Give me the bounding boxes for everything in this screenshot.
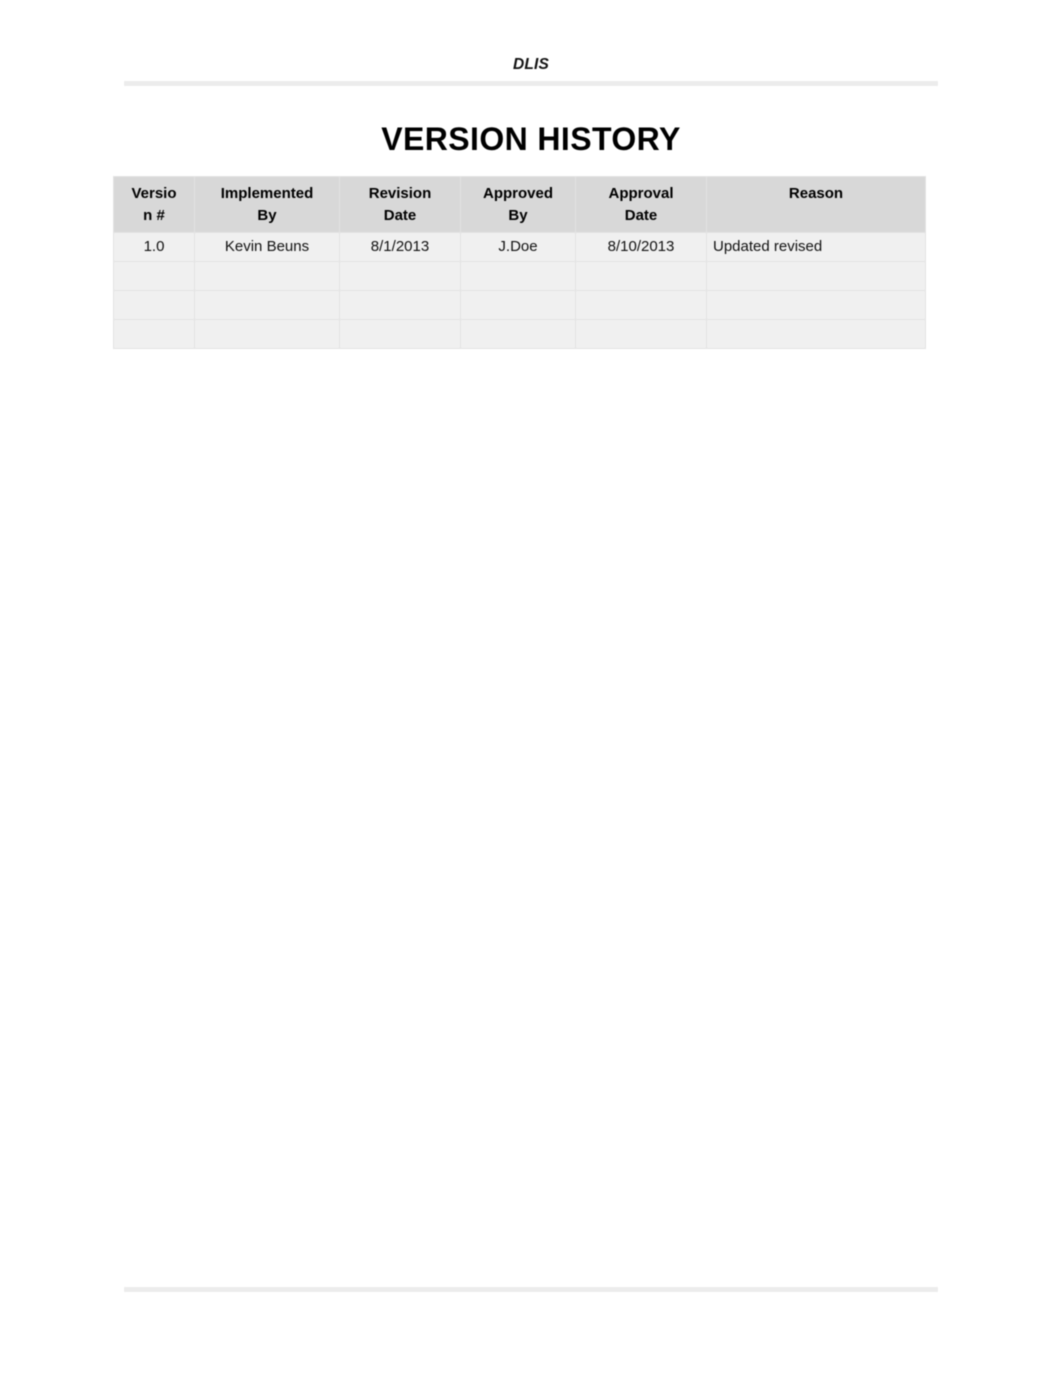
table-row bbox=[113, 289, 926, 320]
column-header-reason-line1: Reason bbox=[788, 185, 844, 202]
table-header: Versio n # Implemented By Revision Date bbox=[113, 176, 926, 233]
column-header-version-line1: Versio bbox=[131, 185, 177, 202]
table-row bbox=[113, 260, 926, 291]
cell-implemented-by bbox=[194, 289, 340, 320]
cell-approved-by bbox=[460, 260, 576, 291]
cell-approval-date bbox=[575, 318, 707, 349]
cell-approved-by bbox=[460, 318, 576, 349]
cell-implemented-by bbox=[194, 318, 340, 349]
footer-divider bbox=[124, 1287, 938, 1292]
cell-revision-date bbox=[339, 260, 461, 291]
column-header-approved-by: Approved By bbox=[460, 176, 576, 233]
column-header-approved-by-line1: Approved bbox=[482, 185, 553, 202]
cell-approval-date: 8/10/2013 bbox=[575, 231, 707, 262]
column-header-revision-date-line2: Date bbox=[383, 206, 417, 224]
column-header-implemented-by: Implemented By bbox=[194, 176, 340, 233]
column-header-approval-date-line1: Approval bbox=[608, 185, 674, 202]
table-row bbox=[113, 318, 926, 349]
cell-revision-date bbox=[339, 289, 461, 320]
cell-revision-date: 8/1/2013 bbox=[339, 231, 461, 262]
column-header-version: Versio n # bbox=[113, 176, 195, 233]
cell-version bbox=[113, 260, 195, 291]
column-header-approval-date-line2: Date bbox=[624, 206, 658, 224]
cell-version bbox=[113, 289, 195, 320]
cell-reason bbox=[706, 318, 926, 349]
column-header-approved-by-line2: By bbox=[508, 206, 528, 224]
cell-approval-date bbox=[575, 289, 707, 320]
cell-revision-date bbox=[339, 318, 461, 349]
cell-version: 1.0 bbox=[113, 231, 195, 262]
page-title: VERSION HISTORY bbox=[381, 121, 681, 158]
column-header-implemented-by-line1: Implemented bbox=[220, 185, 314, 202]
column-header-reason: Reason bbox=[706, 176, 926, 233]
cell-implemented-by bbox=[194, 260, 340, 291]
table-header-row: Versio n # Implemented By Revision Date bbox=[113, 176, 926, 233]
column-header-version-line2: n # bbox=[143, 206, 165, 224]
cell-implemented-by: Kevin Beuns bbox=[194, 231, 340, 262]
footer-text bbox=[124, 1296, 938, 1297]
column-header-revision-date: Revision Date bbox=[339, 176, 461, 233]
column-header-implemented-by-line2: By bbox=[257, 206, 277, 224]
cell-approved-by bbox=[460, 289, 576, 320]
cell-reason bbox=[706, 289, 926, 320]
version-history-table-container: Versio n # Implemented By Revision Date bbox=[113, 176, 926, 349]
header-divider bbox=[124, 81, 938, 86]
cell-reason bbox=[706, 260, 926, 291]
cell-version bbox=[113, 318, 195, 349]
table-row: 1.0 Kevin Beuns 8/1/2013 J.Doe 8/10/2013… bbox=[113, 231, 926, 262]
running-header-title: DLIS bbox=[512, 56, 550, 73]
column-header-revision-date-line1: Revision bbox=[368, 185, 432, 202]
column-header-approval-date: Approval Date bbox=[575, 176, 707, 233]
version-history-table: Versio n # Implemented By Revision Date bbox=[113, 176, 926, 349]
cell-approval-date bbox=[575, 260, 707, 291]
cell-reason: Updated revised bbox=[706, 231, 926, 262]
running-header: DLIS bbox=[0, 56, 1062, 73]
document-page: DLIS VERSION HISTORY Versio n # Implemen… bbox=[0, 0, 1062, 1376]
table-body: 1.0 Kevin Beuns 8/1/2013 J.Doe 8/10/2013… bbox=[113, 231, 926, 349]
cell-approved-by: J.Doe bbox=[460, 231, 576, 262]
